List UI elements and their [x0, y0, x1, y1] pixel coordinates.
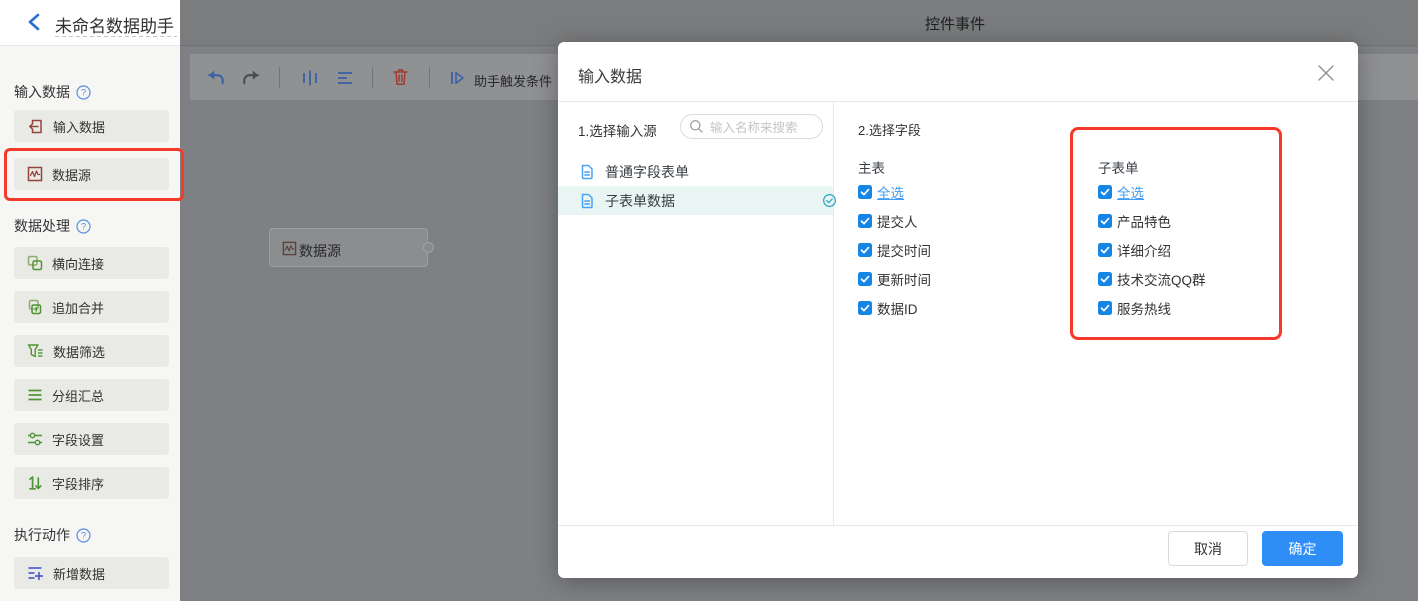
- svg-text:?: ?: [81, 87, 86, 98]
- svg-text:?: ?: [81, 221, 86, 232]
- svg-text:?: ?: [81, 530, 86, 541]
